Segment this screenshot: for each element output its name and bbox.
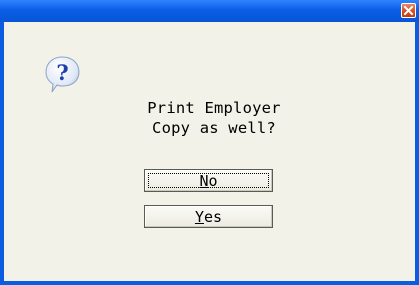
no-button[interactable]: No [144, 169, 273, 192]
title-bar[interactable] [0, 0, 419, 22]
question-mark-icon: ? [45, 56, 80, 93]
yes-button-label: Yes [194, 207, 223, 226]
yes-button[interactable]: Yes [144, 205, 273, 228]
close-x-icon [403, 5, 414, 16]
message-line-1: Print Employer [147, 99, 281, 117]
dialog-body: ? Print Employer Copy as well? No Yes [4, 22, 415, 281]
dialog-message: Print Employer Copy as well? [114, 98, 314, 138]
close-button[interactable] [401, 3, 416, 18]
dialog-window: ? Print Employer Copy as well? No Yes [0, 0, 419, 285]
no-button-label: No [199, 171, 218, 190]
svg-text:?: ? [56, 60, 68, 85]
message-line-2: Copy as well? [152, 119, 276, 137]
